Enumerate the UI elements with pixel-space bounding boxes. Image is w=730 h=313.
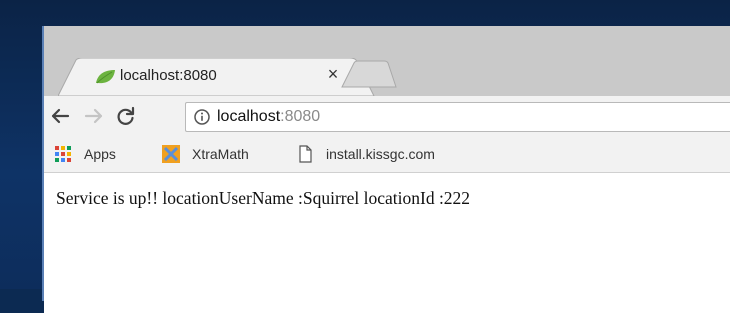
tab-strip: localhost:8080 × [44,26,730,96]
url-port: :8080 [280,108,321,125]
info-icon[interactable] [194,109,210,125]
url-host: localhost [217,108,281,125]
apps-grid-icon [55,146,71,162]
browser-window: localhost:8080 × localhost:8080 Apps Xtr… [42,26,730,313]
page-body-text: Service is up!! locationUserName :Squirr… [56,188,471,208]
page-icon [299,145,312,163]
bookmark-apps[interactable]: Apps [54,144,116,164]
leaf-icon [96,70,115,84]
xtramath-icon [162,145,180,163]
address-bar[interactable]: localhost:8080 [185,102,730,132]
bookmark-label: XtraMath [192,146,249,162]
reload-icon [117,106,135,125]
page-content: Service is up!! locationUserName :Squirr… [44,173,730,313]
url-text[interactable]: localhost:8080 [217,108,320,126]
forward-button[interactable] [80,102,108,130]
tab-localhost[interactable]: localhost:8080 × [58,58,388,96]
back-arrow-icon [51,108,70,124]
bookmark-label: Apps [84,146,116,162]
reload-button[interactable] [112,102,140,130]
bookmark-xtramath[interactable]: XtraMath [162,144,249,164]
bookmark-kissgc[interactable]: install.kissgc.com [296,144,435,164]
back-button[interactable] [46,102,74,130]
tab-title: localhost:8080 [120,67,217,84]
bookmarks-bar: Apps XtraMath install.kissgc.com [44,138,730,173]
new-tab-button[interactable] [340,60,398,88]
forward-arrow-icon [84,108,103,124]
toolbar: localhost:8080 [44,96,730,138]
bookmark-label: install.kissgc.com [326,146,435,162]
